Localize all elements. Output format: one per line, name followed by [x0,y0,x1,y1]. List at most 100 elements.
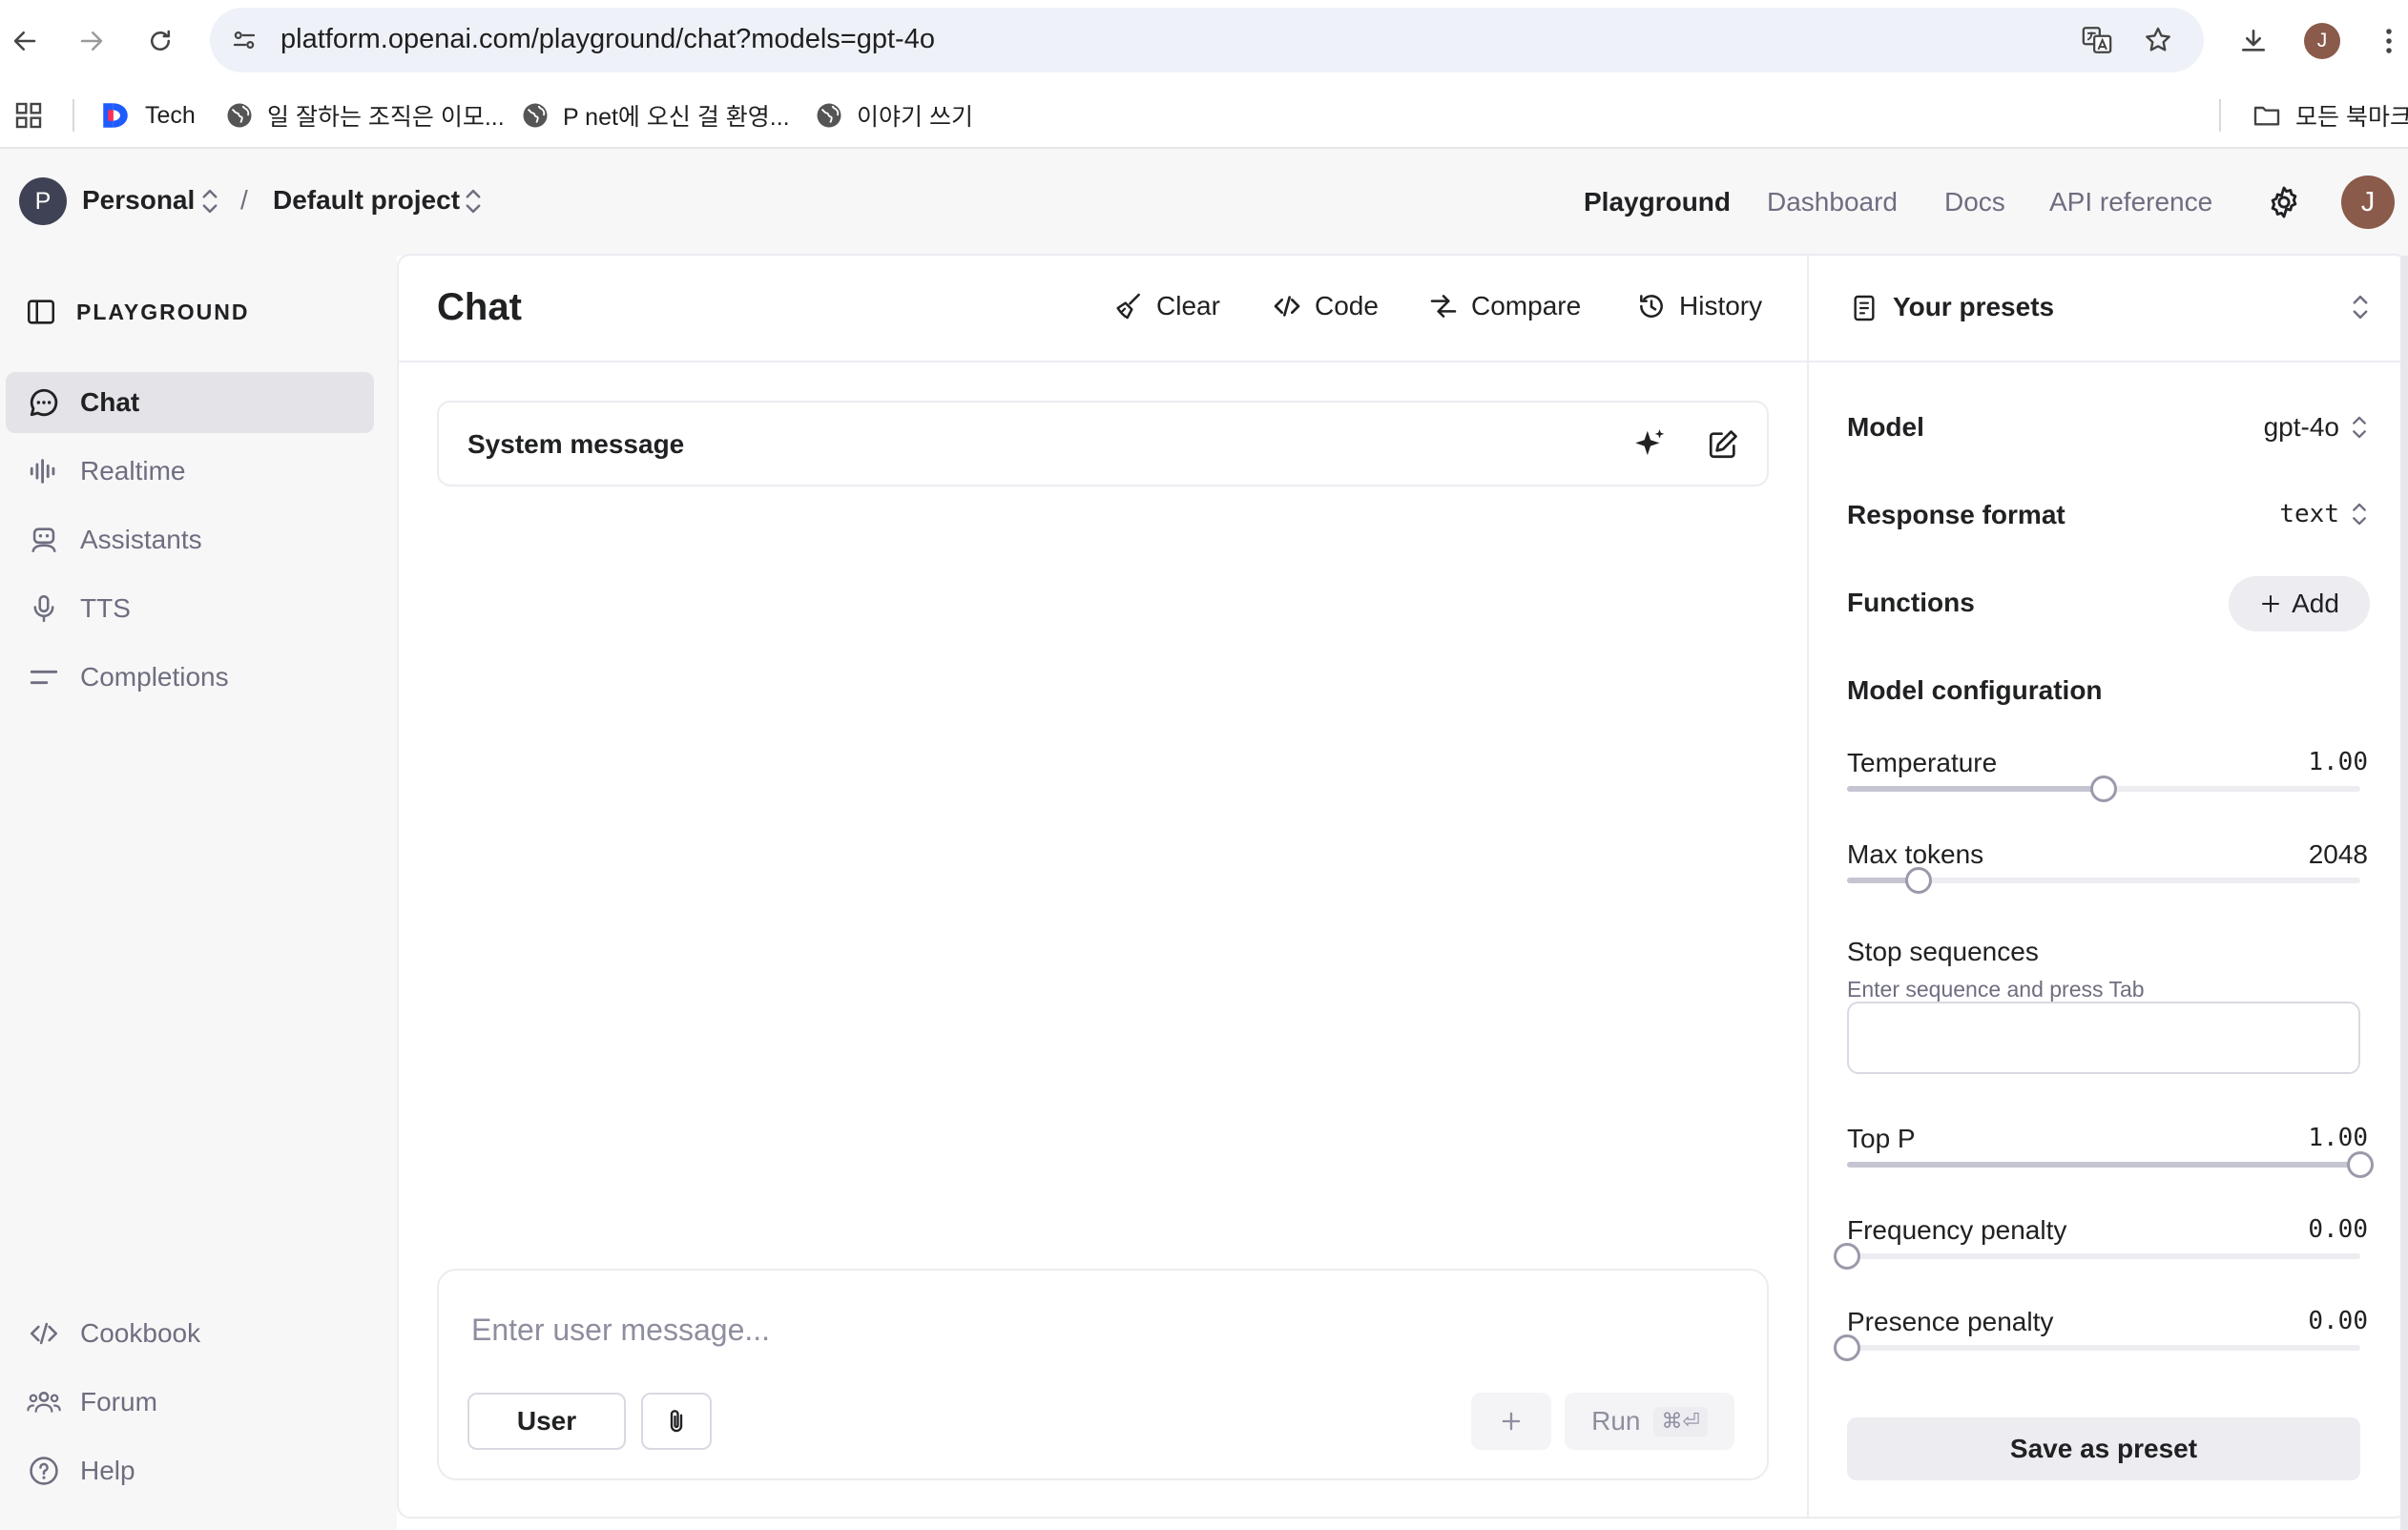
sidebar-item-tts[interactable]: TTS [6,578,374,639]
temperature-value[interactable]: 1.00 [2308,748,2368,776]
max-tokens-slider[interactable] [1847,867,2360,894]
project-switcher[interactable]: Default project [273,185,460,216]
broom-icon [1112,290,1145,322]
translate-icon[interactable] [2078,21,2116,59]
temperature-slider[interactable] [1847,775,2360,802]
back-icon[interactable] [2,18,48,64]
sidebar-item-cookbook[interactable]: Cookbook [6,1303,374,1364]
sidebar-title[interactable]: PLAYGROUND [25,296,249,328]
role-toggle-button[interactable]: User [467,1393,626,1450]
nav-docs[interactable]: Docs [1944,187,2005,217]
sidebar-item-completions[interactable]: Completions [6,647,374,708]
chevron-updown-icon[interactable] [2351,294,2370,320]
sidebar-toggle-icon[interactable] [25,296,57,328]
stop-sequences-label: Stop sequences [1847,937,2039,966]
sidebar-item-help[interactable]: Help [6,1440,374,1501]
max-tokens-value[interactable]: 2048 [2309,839,2368,870]
history-clock-icon [1635,290,1668,322]
model-value: gpt-4o [2263,412,2339,442]
user-avatar[interactable]: J [2341,176,2395,229]
sidebar-item-forum[interactable]: Forum [6,1372,374,1433]
top-p-value[interactable]: 1.00 [2308,1124,2368,1152]
reload-icon[interactable] [137,18,183,64]
attach-button[interactable] [641,1393,712,1450]
breadcrumb-separator: / [240,185,248,215]
response-format-select[interactable]: text [2279,500,2368,528]
url-text[interactable]: platform.openai.com/playground/chat?mode… [280,24,935,55]
presence-penalty-slider[interactable] [1834,1334,2360,1361]
history-label: History [1679,291,1763,320]
menu-dots-icon[interactable] [2366,18,2408,64]
chat-bubble-icon [25,383,63,422]
presets-selector[interactable]: Your presets [1809,256,2406,362]
model-label: Model [1847,412,1924,442]
frequency-penalty-slider-thumb[interactable] [1834,1243,1860,1270]
code-button[interactable]: Code [1271,290,1379,322]
bookmark-item[interactable]: P net에 오신 걸 환영... [521,93,790,137]
save-preset-button[interactable]: Save as preset [1847,1417,2360,1480]
history-button[interactable]: History [1635,290,1762,322]
response-format-value: text [2279,500,2339,528]
sidebar-item-label: TTS [80,593,131,623]
bookmark-item[interactable]: 이야기 쓰기 [815,93,973,137]
globe-icon [815,101,843,130]
compare-button[interactable]: Compare [1427,290,1581,322]
forward-icon[interactable] [69,18,114,64]
sidebar-item-assistants[interactable]: Assistants [6,509,374,570]
top-p-slider[interactable] [1847,1151,2374,1178]
settings-gear-icon[interactable] [2263,181,2305,223]
max-tokens-slider-thumb[interactable] [1905,867,1933,894]
edit-icon[interactable] [1704,425,1742,464]
temperature-slider-thumb[interactable] [2090,775,2117,802]
run-shortcut: ⌘⏎ [1653,1406,1708,1437]
nav-dashboard[interactable]: Dashboard [1767,187,1898,217]
sidebar-title-label: PLAYGROUND [76,299,250,324]
add-function-button[interactable]: Add [2229,576,2370,631]
sidebar-item-chat[interactable]: Chat [6,372,374,433]
all-bookmarks[interactable]: 모든 북마크 [2252,93,2408,137]
add-message-button[interactable] [1471,1393,1551,1450]
chat-header: Chat Clear Code Compare History [399,256,1807,362]
page-scrollbar[interactable] [2400,256,2408,1530]
system-message-label: System message [467,429,685,459]
nav-api-reference[interactable]: API reference [2049,187,2212,217]
user-message-input[interactable] [471,1309,1616,1351]
help-circle-icon [25,1452,63,1490]
system-message-card[interactable]: System message [437,401,1769,486]
frequency-penalty-value[interactable]: 0.00 [2308,1215,2368,1244]
sparkle-generate-icon[interactable] [1631,425,1670,464]
clear-button[interactable]: Clear [1112,290,1220,322]
presets-label: Your presets [1893,292,2055,321]
chevron-updown-icon[interactable] [198,187,221,216]
profile-avatar[interactable]: J [2299,18,2345,64]
nav-playground[interactable]: Playground [1584,187,1731,217]
bookmark-tech[interactable]: Tech [99,93,196,137]
top-p-slider-thumb[interactable] [2347,1151,2374,1178]
bookmark-label: P net에 오신 걸 환영... [563,104,790,131]
address-bar[interactable]: platform.openai.com/playground/chat?mode… [210,8,2204,72]
folder-icon [2252,100,2282,131]
org-switcher[interactable]: Personal [82,185,195,216]
run-button[interactable]: Run ⌘⏎ [1565,1393,1734,1450]
site-settings-icon[interactable] [225,21,263,59]
apps-grid-icon[interactable] [13,93,44,137]
browser-toolbar: platform.openai.com/playground/chat?mode… [0,0,2408,82]
chevron-updown-icon [2351,502,2368,527]
frequency-penalty-slider[interactable] [1834,1243,2360,1270]
presence-penalty-slider-thumb[interactable] [1834,1334,1860,1361]
lines-icon [25,658,63,696]
code-icon [25,1314,63,1353]
presence-penalty-value[interactable]: 0.00 [2308,1307,2368,1335]
sidebar-item-realtime[interactable]: Realtime [6,441,374,502]
paperclip-icon [662,1407,691,1436]
stop-sequences-input[interactable] [1847,1002,2360,1074]
bookmark-item[interactable]: 일 잘하는 조직은 이모... [225,93,505,137]
org-avatar[interactable]: P [19,177,67,225]
globe-icon [521,101,550,130]
chevron-updown-icon[interactable] [462,187,485,216]
bookmark-label: Tech [145,101,196,129]
bookmark-star-icon[interactable] [2139,21,2177,59]
model-select[interactable]: gpt-4o [2264,412,2368,443]
download-icon[interactable] [2231,18,2276,64]
sidebar-item-label: Cookbook [80,1318,201,1348]
